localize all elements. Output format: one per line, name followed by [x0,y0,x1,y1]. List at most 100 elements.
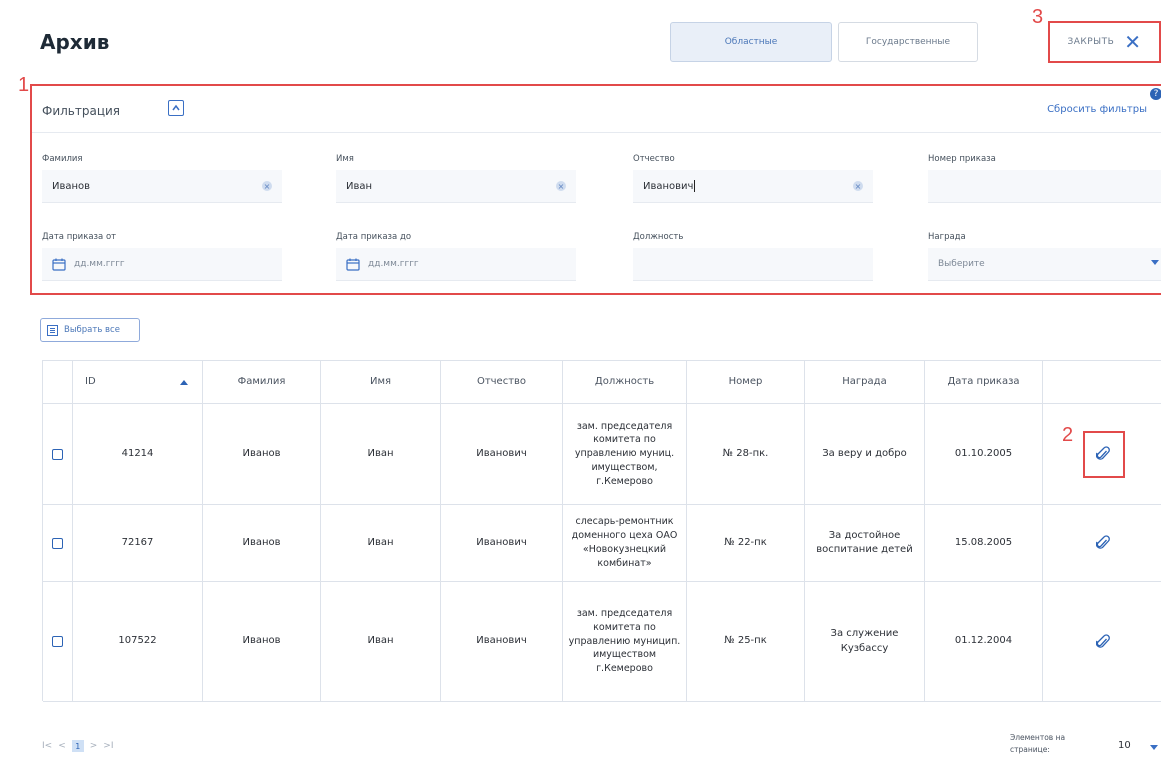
last-page-button[interactable]: >I [103,741,113,751]
cell-number: № 25-пк [687,582,805,702]
reset-filters-link[interactable]: Сбросить фильтры [1047,104,1147,115]
cell-surname: Иванов [203,404,321,505]
help-icon[interactable]: ? [1150,88,1161,100]
cell-date: 01.12.2004 [925,582,1043,702]
position-field[interactable] [633,248,873,281]
cell-attachment [1043,582,1161,702]
prev-page-button[interactable]: < [58,741,66,751]
cell-surname: Иванов [203,505,321,582]
pagination: I< < 1 > >I [42,740,114,752]
cell-number: № 22-пк [687,505,805,582]
chevron-up-icon [172,104,180,111]
cell-name: Иван [321,404,441,505]
cell-id: 72167 [73,505,203,582]
close-label: ЗАКРЫТЬ [1067,37,1115,47]
current-page[interactable]: 1 [71,740,84,752]
paperclip-icon[interactable] [1095,535,1110,551]
cell-award: За веру и добро [805,404,925,505]
award-label: Награда [928,232,966,242]
name-value: Иван [346,180,373,192]
order-number-field[interactable] [928,170,1161,203]
filter-title: Фильтрация [42,104,121,118]
calendar-icon[interactable] [52,258,66,271]
row-checkbox[interactable] [52,537,63,549]
row-checkbox-cell [43,505,73,582]
column-header-surname[interactable]: Фамилия [203,361,321,404]
column-header-patronymic[interactable]: Отчество [441,361,563,404]
cell-award: За служение Кузбассу [805,582,925,702]
filter-divider [32,132,1161,133]
clear-icon[interactable]: × [853,181,863,191]
surname-value: Иванов [52,180,91,192]
date-to-placeholder: дд.мм.гггг [368,259,419,269]
award-select[interactable]: Выберите [928,248,1161,281]
attachment-highlight-box [1083,431,1125,478]
column-header-award[interactable]: Награда [805,361,925,404]
cell-date: 15.08.2005 [925,505,1043,582]
column-header-position[interactable]: Должность [563,361,687,404]
annotation-marker-2: 2 [1062,424,1074,446]
close-icon: ✕ [1124,30,1142,54]
column-header-label: ID [85,375,96,387]
header-checkbox-cell [43,361,73,404]
date-to-label: Дата приказа до [336,232,412,242]
date-from-placeholder: дд.мм.гггг [74,259,125,269]
clear-icon[interactable]: × [556,181,566,191]
select-all-button[interactable]: Выбрать все [40,318,140,342]
cell-number: № 28-пк. [687,404,805,505]
cell-date: 01.10.2005 [925,404,1043,505]
award-placeholder: Выберите [938,259,985,269]
order-number-label: Номер приказа [928,154,996,164]
annotation-marker-3: 3 [1032,6,1044,28]
name-label: Имя [336,154,354,164]
patronymic-value: Иванович [643,180,694,192]
cell-attachment [1043,505,1161,582]
patronymic-field[interactable]: Иванович × [633,170,873,203]
name-field[interactable]: Иван × [336,170,576,203]
first-page-button[interactable]: I< [42,741,52,751]
tab-regional[interactable]: Областные [670,22,832,62]
row-checkbox-cell [43,582,73,702]
column-header-number[interactable]: Номер [687,361,805,404]
column-header-actions [1043,361,1161,404]
date-to-field[interactable]: дд.мм.гггг [336,248,576,281]
clear-icon[interactable]: × [262,181,272,191]
surname-field[interactable]: Иванов × [42,170,282,203]
text-cursor [694,180,696,192]
sort-asc-icon[interactable] [180,379,188,385]
chevron-down-icon[interactable] [1150,745,1158,750]
collapse-filter-button[interactable] [168,100,184,116]
filter-panel: Фильтрация Сбросить фильтры ? Фамилия Ив… [30,84,1161,295]
cell-patronymic: Иванович [441,582,563,702]
select-all-icon [47,324,58,336]
column-header-date[interactable]: Дата приказа [925,361,1043,404]
row-checkbox[interactable] [52,636,63,647]
select-all-label: Выбрать все [64,325,120,335]
chevron-down-icon [1151,260,1159,265]
date-from-label: Дата приказа от [42,232,117,242]
results-table: ID Фамилия Имя Отчество Должность Номер … [42,360,1161,702]
column-header-id[interactable]: ID [73,361,203,404]
surname-label: Фамилия [42,154,83,164]
close-button[interactable]: ЗАКРЫТЬ ✕ [1048,21,1161,63]
cell-patronymic: Иванович [441,505,563,582]
column-header-name[interactable]: Имя [321,361,441,404]
cell-id: 107522 [73,582,203,702]
cell-position: зам. председателя комитета по управлению… [563,582,687,702]
page-title: Архив [40,30,110,54]
row-checkbox-cell [43,404,73,505]
cell-award: За достойное воспитание детей [805,505,925,582]
next-page-button[interactable]: > [90,741,98,751]
cell-position: слесарь-ремонтник доменного цеха ОАО «Но… [563,505,687,582]
cell-name: Иван [321,505,441,582]
paperclip-icon[interactable] [1095,633,1110,650]
top-bar: Архив Областные Государственные ЗАКРЫТЬ … [0,0,1161,80]
tab-state[interactable]: Государственные [838,22,978,62]
date-from-field[interactable]: дд.мм.гггг [42,248,282,281]
cell-name: Иван [321,582,441,702]
per-page-label: Элементов на странице: [1010,733,1066,754]
row-checkbox[interactable] [52,448,63,460]
patronymic-label: Отчество [633,154,675,164]
calendar-icon[interactable] [346,258,360,271]
per-page-select[interactable]: 10 [1118,740,1131,751]
